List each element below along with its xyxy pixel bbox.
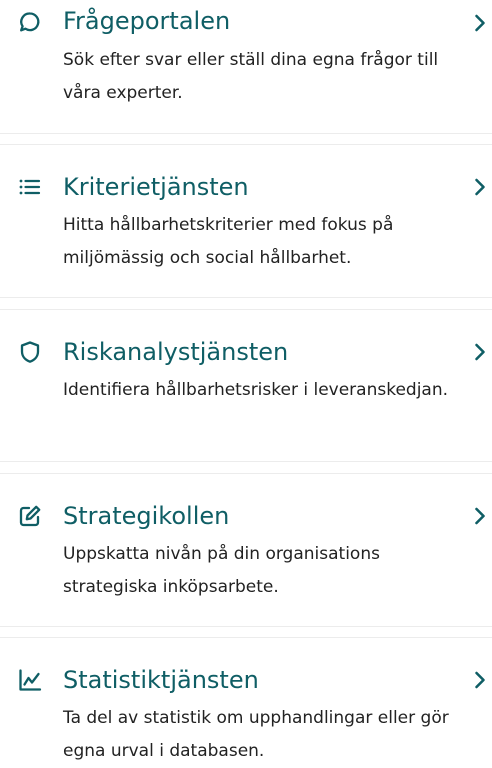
chevron-right-icon [473,506,487,526]
list-icon [17,174,43,200]
chat-bubble-icon [17,9,43,35]
line-chart-icon [17,667,43,693]
service-description: Sök efter svar eller ställ dina egna frå… [63,50,439,103]
divider [0,461,492,462]
service-title: Strategikollen [63,502,230,530]
chevron-right-icon [473,342,487,362]
service-card-kriterietjansten[interactable]: Kriterietjänsten Hitta hållbarhetskriter… [0,145,492,297]
service-description: Identifiera hållbarhetsrisker i leverans… [63,380,449,400]
divider [0,297,492,298]
service-title: Kriterietjänsten [63,173,249,201]
service-description: Hitta hållbarhetskriterier med fokus på … [63,215,394,268]
service-card-frageportalen[interactable]: Frågeportalen Sök efter svar eller ställ… [0,0,492,133]
service-title: Statistiktjänsten [63,666,259,694]
chevron-right-icon [473,177,487,197]
chevron-right-icon [473,670,487,690]
divider [0,133,492,134]
service-description: Ta del av statistik om upphandlingar ell… [63,708,449,761]
service-title: Frågeportalen [63,7,231,35]
service-title: Riskanalystjänsten [63,338,289,366]
chevron-right-icon [473,13,487,33]
service-card-strategikollen[interactable]: Strategikollen Uppskatta nivån på din or… [0,474,492,626]
service-description: Uppskatta nivån på din organisations str… [63,544,380,597]
shield-icon [17,339,43,365]
edit-icon [17,503,43,529]
service-card-riskanalystjansten[interactable]: Riskanalystjänsten Identifiera hållbarhe… [0,310,492,461]
service-card-statistiktjansten[interactable]: Statistiktjänsten Ta del av statistik om… [0,638,492,763]
divider [0,626,492,627]
